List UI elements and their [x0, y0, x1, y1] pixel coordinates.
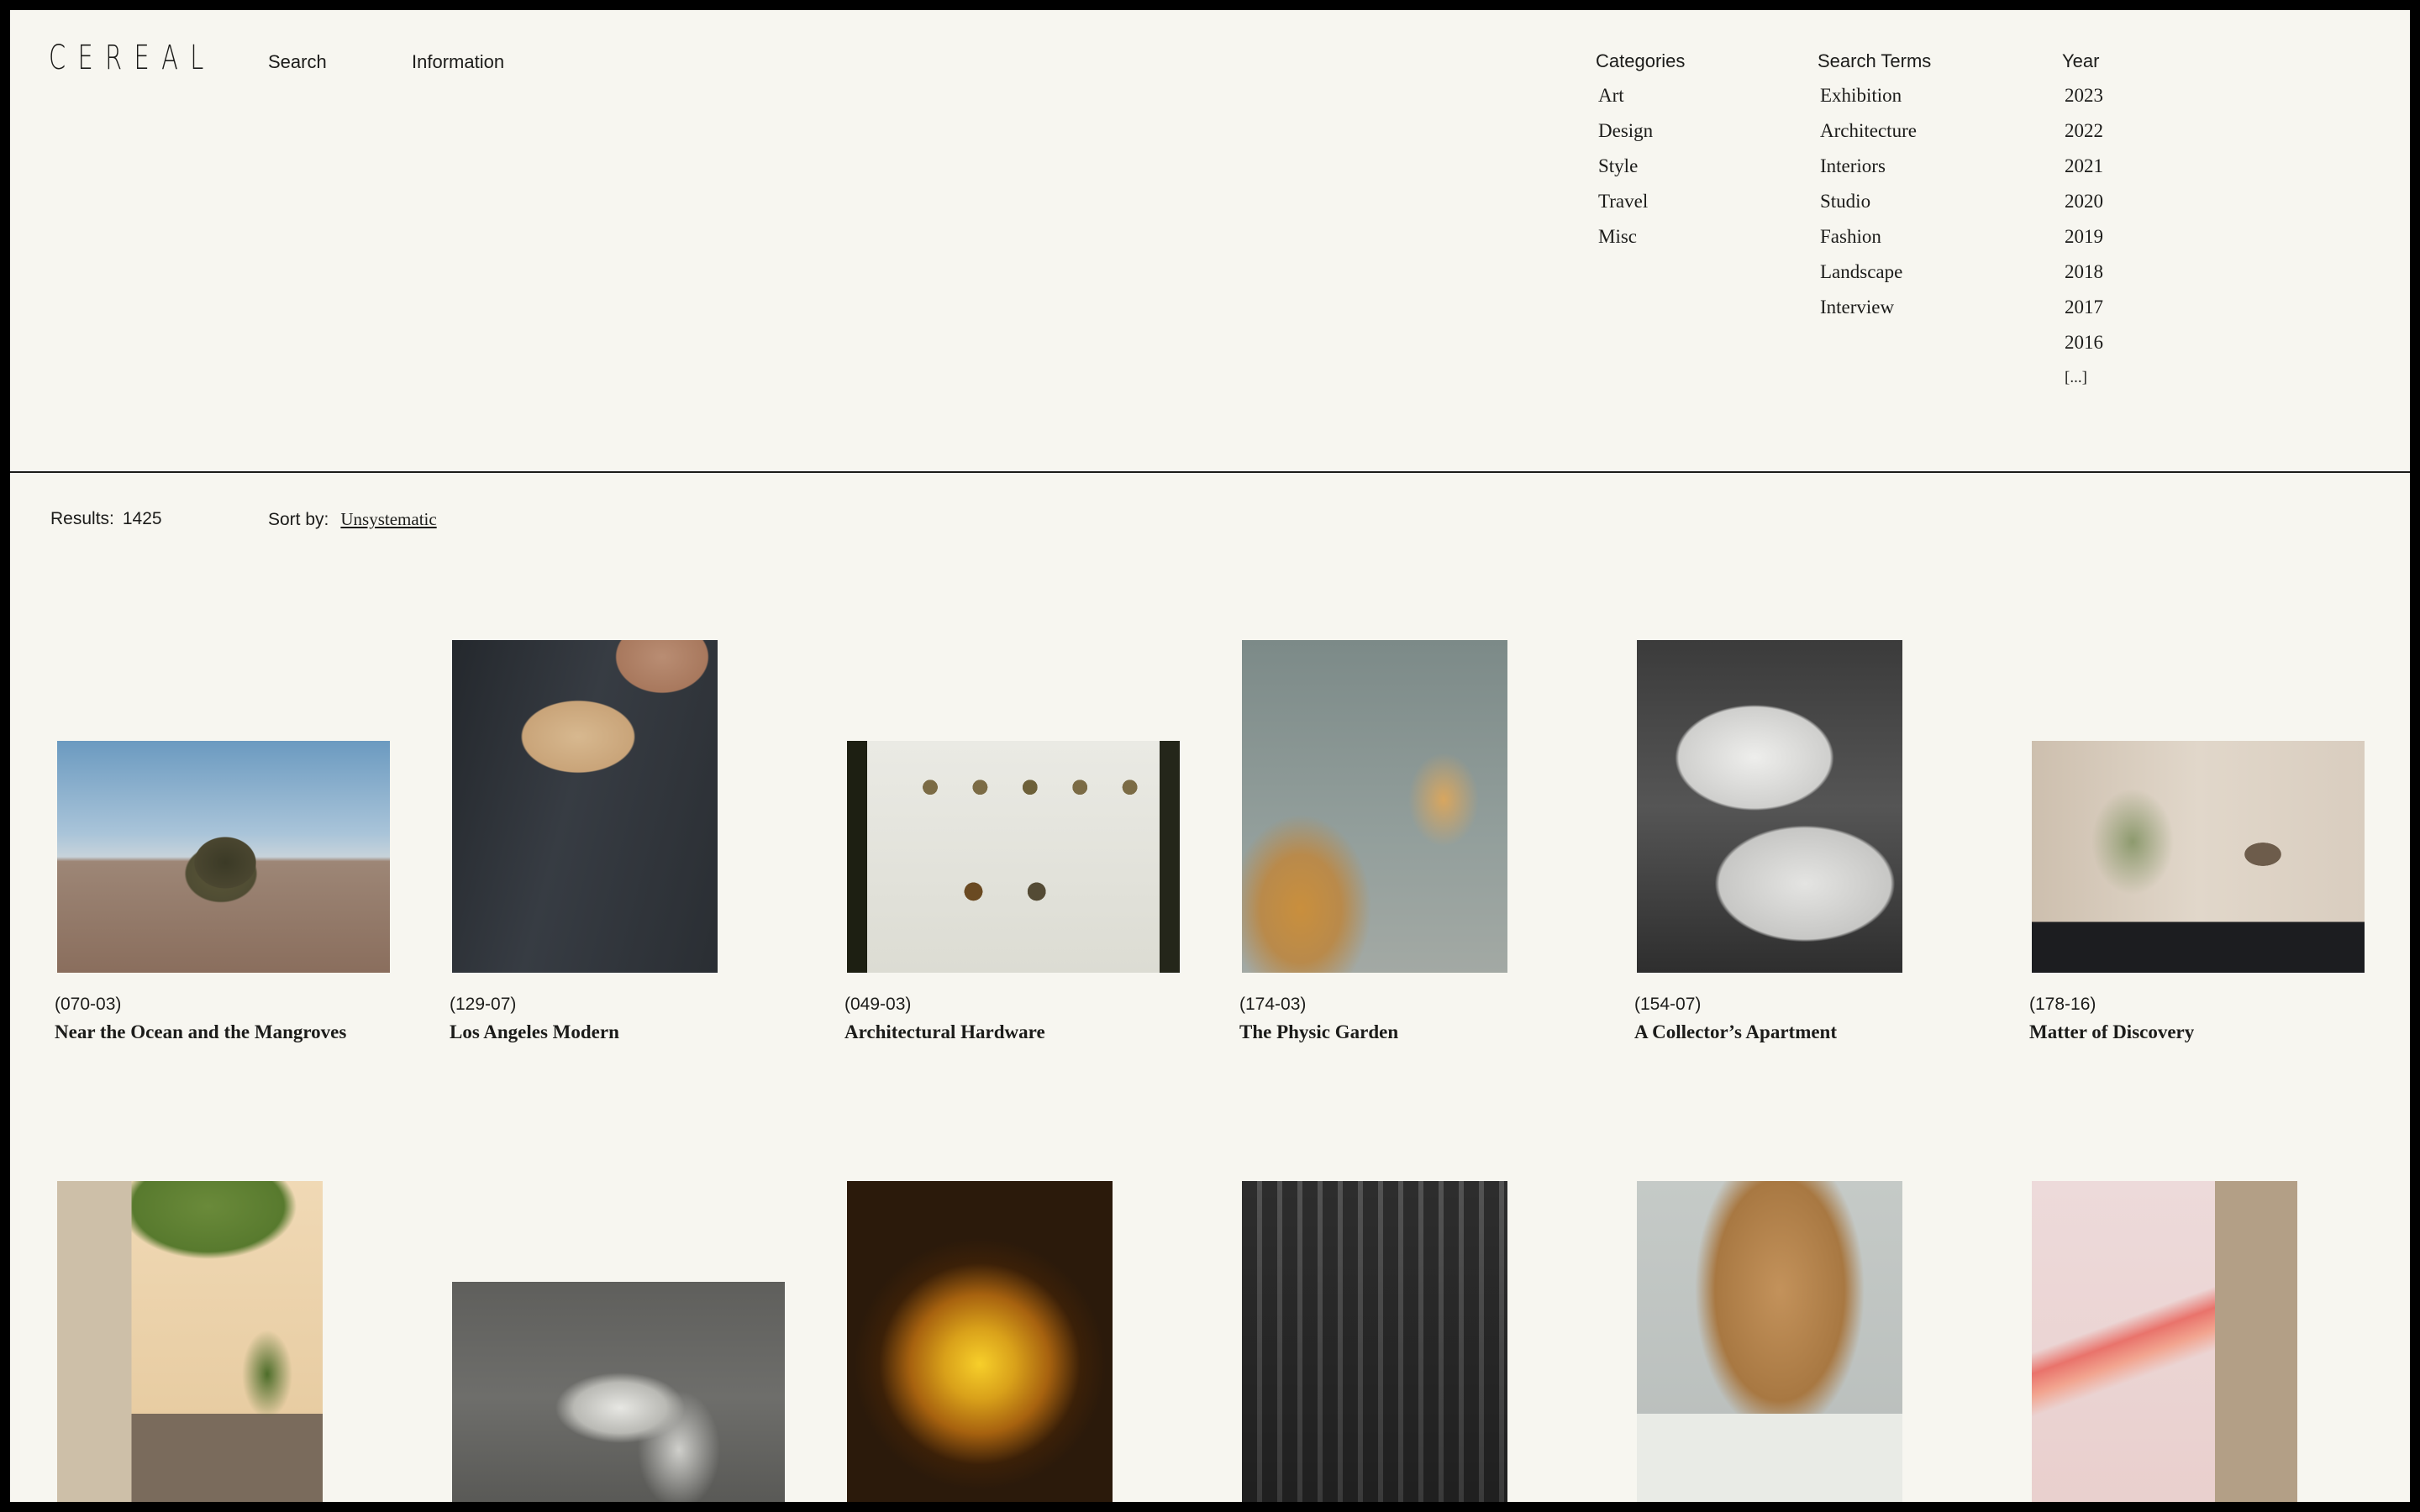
year-2016[interactable]: 2016 — [2062, 323, 2103, 362]
header-divider — [10, 471, 2410, 473]
article-code: (174-03) — [1239, 995, 1307, 1014]
page: CEREAL Search Information Categories Art… — [10, 10, 2410, 1502]
year-2020[interactable]: 2020 — [2062, 182, 2103, 221]
term-landscape[interactable]: Landscape — [1818, 253, 1931, 291]
article-image-garden[interactable] — [1242, 640, 1507, 973]
nav-information-link[interactable]: Information — [412, 51, 504, 73]
term-interiors[interactable]: Interiors — [1818, 147, 1931, 186]
sort-label: Sort by: — [268, 510, 329, 529]
term-architecture[interactable]: Architecture — [1818, 112, 1931, 150]
categories-filter: Categories Art Design Style Travel Misc — [1596, 50, 1685, 256]
year-2021[interactable]: 2021 — [2062, 147, 2103, 186]
results-label: Results: — [50, 509, 114, 528]
nav-search-link[interactable]: Search — [268, 51, 327, 73]
term-fashion[interactable]: Fashion — [1818, 218, 1931, 256]
article-title[interactable]: A Collector’s Apartment — [1634, 1021, 1837, 1043]
year-more[interactable]: [...] — [2062, 359, 2103, 397]
article-image-ocean[interactable] — [57, 741, 390, 973]
article-image-chairs[interactable] — [1637, 640, 1902, 973]
article-image-courtyard[interactable] — [57, 1181, 323, 1502]
article-title[interactable]: The Physic Garden — [1239, 1021, 1398, 1043]
article-image-cafe[interactable] — [1242, 1181, 1507, 1502]
article-image-orb[interactable] — [847, 1181, 1113, 1502]
article-code: (178-16) — [2029, 995, 2096, 1014]
category-travel[interactable]: Travel — [1596, 182, 1685, 221]
year-2022[interactable]: 2022 — [2062, 112, 2103, 150]
article-image-blouse[interactable] — [1637, 1181, 1902, 1502]
article-title[interactable]: Matter of Discovery — [2029, 1021, 2194, 1043]
article-image-statue[interactable] — [452, 1282, 785, 1502]
category-misc[interactable]: Misc — [1596, 218, 1685, 256]
term-studio[interactable]: Studio — [1818, 182, 1931, 221]
year-2023[interactable]: 2023 — [2062, 76, 2103, 115]
article-image-hardware[interactable] — [847, 741, 1180, 973]
category-style[interactable]: Style — [1596, 147, 1685, 186]
year-2018[interactable]: 2018 — [2062, 253, 2103, 291]
categories-heading: Categories — [1596, 50, 1686, 71]
category-art[interactable]: Art — [1596, 76, 1685, 115]
sort-control: Sort by: Unsystematic — [268, 509, 437, 530]
results-count: Results: 1425 — [50, 509, 162, 529]
article-title[interactable]: Los Angeles Modern — [450, 1021, 619, 1043]
year-2017[interactable]: 2017 — [2062, 288, 2103, 327]
cereal-logo[interactable]: CEREAL — [49, 39, 216, 77]
results-number: 1425 — [122, 509, 162, 528]
article-code: (049-03) — [844, 995, 912, 1014]
article-code: (070-03) — [55, 995, 122, 1014]
article-title[interactable]: Architectural Hardware — [844, 1021, 1045, 1043]
sort-value-link[interactable]: Unsystematic — [340, 509, 436, 529]
category-design[interactable]: Design — [1596, 112, 1685, 150]
article-code: (154-07) — [1634, 995, 1702, 1014]
search-terms-filter: Search Terms Exhibition Architecture Int… — [1818, 50, 1931, 327]
term-interview[interactable]: Interview — [1818, 288, 1931, 327]
article-code: (129-07) — [450, 995, 517, 1014]
article-title[interactable]: Near the Ocean and the Mangroves — [55, 1021, 346, 1043]
article-image-discovery[interactable] — [2032, 741, 2365, 973]
article-image-jacket[interactable] — [452, 640, 718, 973]
year-heading: Year — [2062, 50, 2100, 71]
article-image-pink[interactable] — [2032, 1181, 2297, 1502]
year-2019[interactable]: 2019 — [2062, 218, 2103, 256]
year-filter: Year 2023 2022 2021 2020 2019 2018 2017 … — [2062, 50, 2103, 397]
term-exhibition[interactable]: Exhibition — [1818, 76, 1931, 115]
search-terms-heading: Search Terms — [1818, 50, 1932, 71]
